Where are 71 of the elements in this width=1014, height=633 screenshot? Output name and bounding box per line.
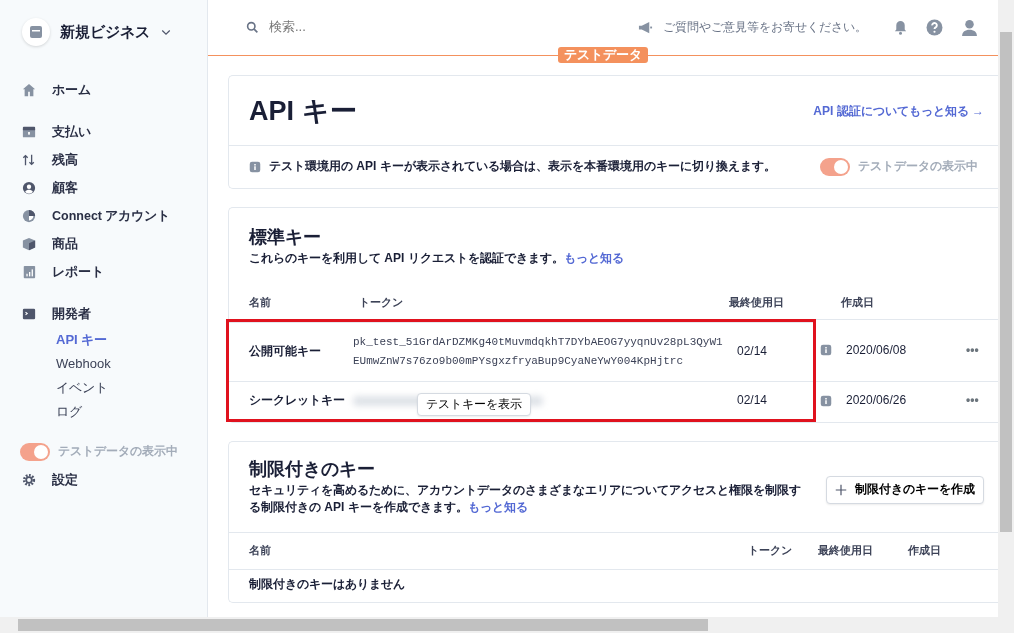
info-icon xyxy=(820,394,832,407)
bell-icon xyxy=(893,20,908,35)
reveal-button[interactable]: テストキーを表示 xyxy=(417,392,531,416)
globe-icon xyxy=(22,209,36,223)
sidebar-subitem[interactable]: API キー xyxy=(56,328,207,352)
created-date: 2020/06/08 xyxy=(846,341,908,359)
column-header: 作成日 xyxy=(841,294,875,310)
arrows-icon xyxy=(22,153,36,167)
plus-icon xyxy=(835,483,847,496)
section-description: これらのキーを利用して API リクエストを認証できます。もっと知る xyxy=(249,249,625,267)
account-name[interactable]: 新規ビジネス xyxy=(60,21,150,43)
info-icon xyxy=(820,344,832,357)
wallet-icon xyxy=(22,125,36,139)
learn-more-link[interactable]: もっと知る xyxy=(467,500,528,515)
notice-text: テスト環境用の API キーが表示されている場合は、表示を本番環境用のキーに切り換えます。 xyxy=(269,158,777,176)
vertical-scrollbar[interactable] xyxy=(998,0,1014,617)
sidebar-item[interactable]: 残高 xyxy=(22,146,207,174)
token-text: pk_test_51GrdArDZMKg40tMuvmdqkhT7DYbAEOG7yyqnUv28pL3QyW1EUmwZnW7s76zo9b00mPYsgxzfryaBup9CyaNeYwY004KpHjtrc xyxy=(353,334,723,369)
column-header: 名前 xyxy=(249,543,272,559)
column-header: トークン xyxy=(359,294,404,310)
section-title: 標準キー xyxy=(249,226,322,250)
column-header: 作成日 xyxy=(908,543,942,559)
column-header: トークン xyxy=(748,543,793,559)
feedback-link[interactable]: ご質問やご意見等をお寄せください。 xyxy=(663,18,867,37)
last-used-date: 02/14 xyxy=(736,343,769,361)
toggle-switch[interactable] xyxy=(820,158,850,177)
gear-icon xyxy=(22,473,36,487)
column-header: 最終使用日 xyxy=(729,294,785,310)
created-date: 2020/06/26 xyxy=(846,391,908,409)
megaphone-icon xyxy=(638,20,653,35)
learn-more-link[interactable]: もっと知る xyxy=(563,250,624,265)
user-icon xyxy=(961,19,978,36)
column-header: 最終使用日 xyxy=(818,543,874,559)
terminal-icon xyxy=(22,307,36,321)
search-field[interactable]: 検索... xyxy=(267,17,517,38)
box-icon xyxy=(22,237,36,251)
sidebar-item[interactable]: 商品 xyxy=(22,230,207,258)
empty-message: 制限付きのキーはありません xyxy=(248,576,406,594)
sidebar-subitem[interactable]: ログ xyxy=(56,400,207,424)
toggle-switch[interactable] xyxy=(20,443,50,461)
horizontal-scrollbar[interactable] xyxy=(0,617,1014,633)
test-data-badge: テストデータ xyxy=(558,47,648,63)
section-title: 制限付きのキー xyxy=(249,458,376,482)
sidebar-subitem[interactable]: Webhook xyxy=(56,352,207,376)
home-icon xyxy=(22,83,36,97)
sidebar-item[interactable]: Connect アカウント xyxy=(22,202,207,230)
info-icon xyxy=(249,161,261,174)
section-description: セキュリティを高めるために、アカウントデータのさまざまなエリアについてアクセスと権限を制限する制限付きの API キーを作成できます。もっと知る xyxy=(249,481,802,517)
search-icon xyxy=(246,21,259,34)
key-name: シークレットキー xyxy=(249,391,346,409)
more-menu[interactable]: ••• xyxy=(966,391,979,410)
user-circle-icon xyxy=(22,181,36,195)
sidebar-item[interactable]: 開発者 xyxy=(22,300,207,328)
key-name: 公開可能キー xyxy=(249,343,322,361)
docs-link[interactable]: API 認証についてもっと知る → xyxy=(813,102,984,121)
toggle-label: テストデータの表示中 xyxy=(58,443,178,461)
create-key-button[interactable]: 制限付きのキーを作成 xyxy=(826,476,984,504)
sidebar-item[interactable]: ホーム xyxy=(22,76,207,104)
sidebar-subitem[interactable]: イベント xyxy=(56,376,207,400)
sidebar-item[interactable]: レポート xyxy=(22,258,207,286)
toggle-label: テストデータの表示中 xyxy=(858,158,978,176)
sidebar-item[interactable]: 顧客 xyxy=(22,174,207,202)
store-icon xyxy=(28,24,44,40)
sidebar-item[interactable]: 支払い xyxy=(22,118,207,146)
chart-icon xyxy=(22,265,36,279)
column-header: 名前 xyxy=(249,294,272,310)
last-used-date: 02/14 xyxy=(736,391,769,409)
page-title: API キー xyxy=(249,95,357,128)
sidebar-item[interactable]: 設定 xyxy=(22,466,207,494)
more-menu[interactable]: ••• xyxy=(966,341,979,360)
help-icon xyxy=(926,19,943,36)
